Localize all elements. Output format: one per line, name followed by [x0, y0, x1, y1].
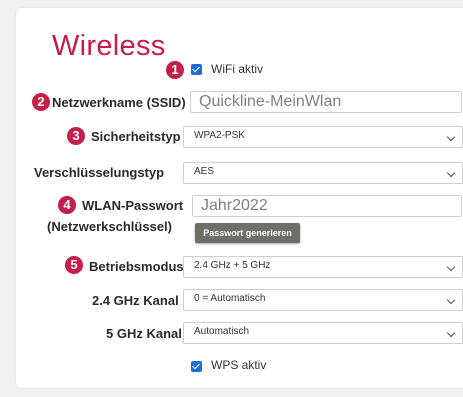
security-type-label: Sicherheitstyp: [91, 129, 181, 144]
number-badge-icon: 4: [58, 196, 76, 214]
number-badge-icon: 3: [67, 127, 85, 145]
encryption-type-value: AES: [194, 166, 215, 177]
wps-active-checkbox[interactable]: [191, 361, 202, 372]
wifi-active-label: WiFi aktiv: [211, 62, 263, 76]
chevron-down-icon: [446, 328, 456, 338]
chevron-down-icon: [446, 262, 456, 272]
network-key-label: (Netzwerkschlüssel): [47, 219, 172, 234]
operating-mode-value: 2.4 GHz + 5 GHz: [194, 260, 271, 271]
encryption-type-select[interactable]: AES: [183, 162, 463, 184]
channel-24-select[interactable]: 0 = Automatisch: [183, 289, 463, 311]
encryption-type-label: Verschlüsselungstyp: [34, 165, 165, 180]
number-badge-icon: 1: [166, 61, 184, 79]
number-badge-icon: 5: [65, 256, 83, 274]
operating-mode-select[interactable]: 2.4 GHz + 5 GHz: [183, 256, 463, 278]
security-type-select[interactable]: WPA2-PSK: [183, 126, 463, 148]
page-title: Wireless: [52, 30, 166, 62]
channel-5-value: Automatisch: [194, 326, 250, 337]
wlan-password-input[interactable]: Jahr2022: [192, 195, 462, 217]
chevron-down-icon: [446, 168, 456, 178]
wifi-active-checkbox[interactable]: [191, 64, 202, 75]
ssid-label: Netzwerkname (SSID): [52, 95, 186, 110]
channel-24-value: 0 = Automatisch: [194, 293, 266, 304]
wps-active-label: WPS aktiv: [211, 358, 267, 372]
channel-24-label: 2.4 GHz Kanal: [92, 293, 179, 308]
number-badge-icon: 2: [32, 93, 50, 111]
security-type-value: WPA2-PSK: [194, 130, 245, 141]
ssid-input[interactable]: Quickline-MeinWlan: [190, 91, 462, 113]
chevron-down-icon: [446, 132, 456, 142]
operating-mode-label: Betriebsmodus: [89, 259, 184, 274]
wlan-password-label: WLAN-Passwort: [82, 198, 184, 213]
channel-5-select[interactable]: Automatisch: [183, 322, 463, 344]
channel-5-label: 5 GHz Kanal: [106, 326, 182, 341]
generate-password-button[interactable]: Passwort generieren: [195, 223, 300, 243]
chevron-down-icon: [446, 295, 456, 305]
